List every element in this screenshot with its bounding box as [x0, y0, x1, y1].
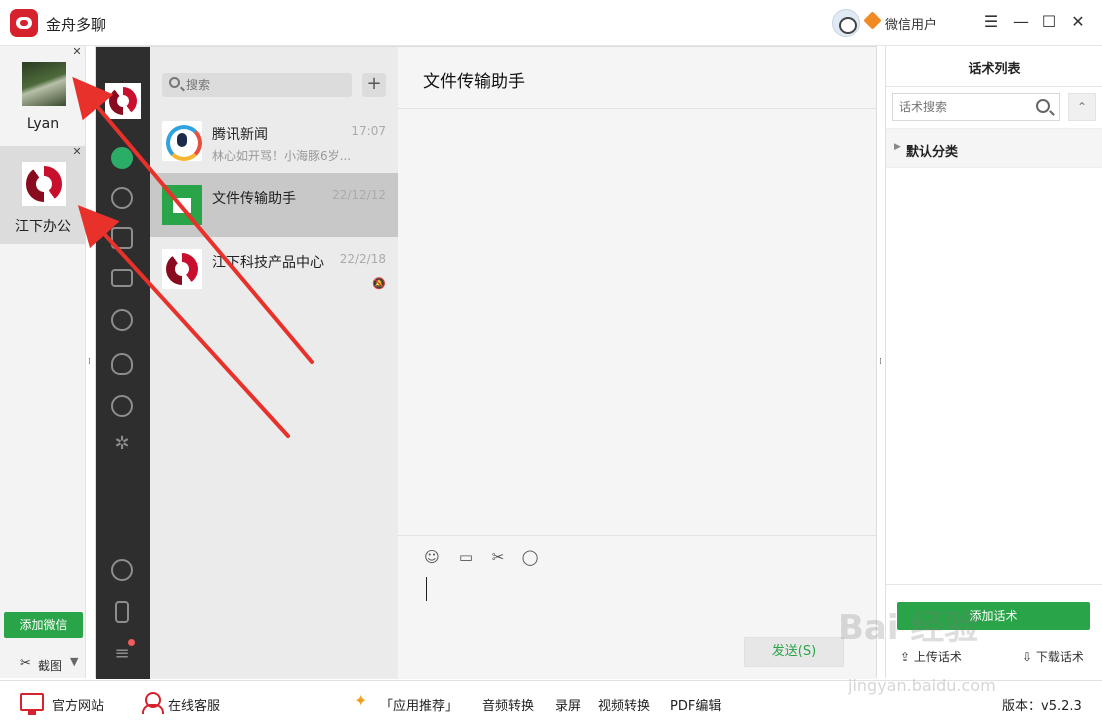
scissors-icon: ✂: [20, 656, 31, 671]
menu-icon[interactable]: ☰: [981, 12, 1001, 32]
account-item-lyan[interactable]: ✕ Lyan: [0, 46, 86, 144]
divider: [886, 584, 1102, 585]
wechat-window: ✲ ≡ + 腾讯新闻 17:07 林心如开骂！小海豚6岁... 文件传输助手 2…: [95, 46, 877, 679]
mini-program-icon[interactable]: [111, 559, 133, 581]
vip-diamond-icon: [863, 11, 882, 30]
upload-label: 上传话术: [913, 650, 962, 664]
search-input[interactable]: [186, 73, 346, 97]
avatar: [22, 162, 66, 206]
butterfly-icon[interactable]: [111, 353, 133, 375]
session-time: 17:07: [351, 124, 386, 138]
script-panel: 话术列表 ⌃ ▶ 默认分类 添加话术 ⇪ 上传话术 ⇩ 下载话术: [885, 46, 1102, 678]
online-service-link[interactable]: 在线客服: [168, 695, 220, 714]
divider: [886, 86, 1102, 87]
avatar: [22, 62, 66, 106]
folder-icon[interactable]: [111, 269, 133, 287]
account-item-jiangxia[interactable]: ✕ 江下办公: [0, 146, 86, 244]
panel-title: 话术列表: [968, 62, 1021, 77]
aperture-icon[interactable]: [111, 309, 133, 331]
script-search-input[interactable]: [899, 94, 1034, 120]
sparkle-icon[interactable]: ✲: [111, 433, 133, 455]
session-time: 22/2/18: [339, 252, 386, 266]
session-name: 江下科技产品中心: [212, 255, 324, 271]
divider: [398, 535, 876, 536]
avatar: [162, 185, 202, 225]
audio-convert-link[interactable]: 音频转换: [482, 695, 534, 714]
user-avatar[interactable]: [832, 9, 860, 37]
screenshot-button[interactable]: ✂ 截图 ▼: [0, 648, 86, 678]
video-convert-link[interactable]: 视频转换: [598, 695, 650, 714]
send-button[interactable]: 发送(S): [744, 637, 844, 667]
mute-icon: 🔕: [372, 277, 386, 290]
box-icon[interactable]: [111, 227, 133, 249]
monitor-icon: [20, 693, 44, 715]
avatar: [162, 249, 202, 289]
folder-icon[interactable]: ▭: [456, 547, 476, 567]
session-name: 腾讯新闻: [212, 127, 268, 143]
list-item[interactable]: 文件传输助手 22/12/12: [150, 173, 398, 237]
download-label: 下载话术: [1035, 650, 1084, 664]
list-item[interactable]: 江下科技产品中心 22/2/18 🔕: [150, 237, 398, 301]
screenshot-label: 截图: [38, 659, 63, 673]
pdf-edit-link[interactable]: PDF编辑: [670, 695, 721, 714]
script-search-box[interactable]: [892, 93, 1060, 121]
chat-icon[interactable]: [111, 147, 133, 169]
maximize-button[interactable]: ☐: [1039, 12, 1059, 32]
account-sidebar: ✕ Lyan ✕ 江下办公 添加微信 ✂ 截图 ▼: [0, 46, 86, 678]
account-name: Lyan: [26, 116, 60, 132]
title-bar: 金舟多聊 微信用户 ☰ — ☐ ✕: [0, 0, 1102, 46]
record-screen-link[interactable]: 录屏: [555, 695, 581, 714]
divider: [398, 108, 876, 109]
chat-area: 文件传输助手 ☺ ▭ ✂ ◯ 发送(S): [398, 47, 876, 679]
chevron-down-icon[interactable]: ▼: [70, 655, 78, 668]
app-logo-icon: [10, 9, 38, 37]
app-title: 金舟多聊: [46, 16, 107, 34]
text-caret[interactable]: [426, 577, 427, 601]
atom-icon[interactable]: [111, 395, 133, 417]
search-icon: [169, 77, 180, 88]
app-recommend-link[interactable]: 「应用推荐」: [380, 695, 458, 714]
category-label: 默认分类: [906, 145, 959, 160]
emoji-icon[interactable]: ☺: [422, 547, 442, 567]
account-name: 江下办公: [15, 219, 71, 235]
minimize-button[interactable]: —: [1011, 12, 1031, 32]
scissors-icon[interactable]: ✂: [488, 547, 508, 567]
chevron-right-icon: ▶: [894, 142, 901, 152]
resize-handle[interactable]: ⁞: [88, 357, 94, 367]
search-icon[interactable]: [1036, 99, 1050, 113]
collapse-icon[interactable]: ⌃: [1068, 93, 1096, 121]
customer-service-icon: [142, 692, 164, 714]
session-list: + 腾讯新闻 17:07 林心如开骂！小海豚6岁... 文件传输助手 22/12…: [150, 47, 398, 679]
recommend-icon: ✦: [354, 691, 368, 710]
list-item[interactable]: 腾讯新闻 17:07 林心如开骂！小海豚6岁...: [150, 109, 398, 173]
chat-bubble-icon[interactable]: ◯: [520, 547, 540, 567]
session-name: 文件传输助手: [212, 191, 296, 207]
menu-icon[interactable]: ≡: [111, 643, 133, 665]
user-name[interactable]: 微信用户: [885, 14, 937, 33]
close-account-icon[interactable]: ✕: [71, 46, 83, 58]
search-box[interactable]: [162, 73, 352, 97]
add-button[interactable]: +: [362, 73, 386, 97]
chat-title: 文件传输助手: [423, 72, 525, 92]
watermark: Bai 经验: [838, 608, 979, 648]
nav-sidebar: ✲ ≡: [96, 47, 150, 679]
phone-icon[interactable]: [115, 601, 129, 623]
notification-dot: [128, 639, 135, 646]
version-label: 版本：v5.2.3: [1002, 699, 1082, 714]
upload-script-button[interactable]: ⇪ 上传话术: [900, 648, 962, 665]
self-avatar[interactable]: [105, 83, 141, 119]
download-icon: ⇩: [1022, 650, 1036, 664]
close-button[interactable]: ✕: [1068, 12, 1088, 32]
close-account-icon[interactable]: ✕: [71, 146, 83, 158]
session-preview: 林心如开骂！小海豚6岁...: [212, 149, 352, 163]
upload-icon: ⇪: [900, 650, 914, 664]
contacts-icon[interactable]: [111, 187, 133, 209]
category-item[interactable]: ▶ 默认分类: [886, 128, 1102, 168]
add-wechat-button[interactable]: 添加微信: [4, 612, 83, 638]
avatar: [162, 121, 202, 161]
official-site-link[interactable]: 官方网站: [52, 695, 104, 714]
session-time: 22/12/12: [332, 188, 386, 202]
download-script-button[interactable]: ⇩ 下载话术: [1022, 648, 1084, 665]
watermark-url: jingyan.baidu.com: [848, 676, 996, 695]
